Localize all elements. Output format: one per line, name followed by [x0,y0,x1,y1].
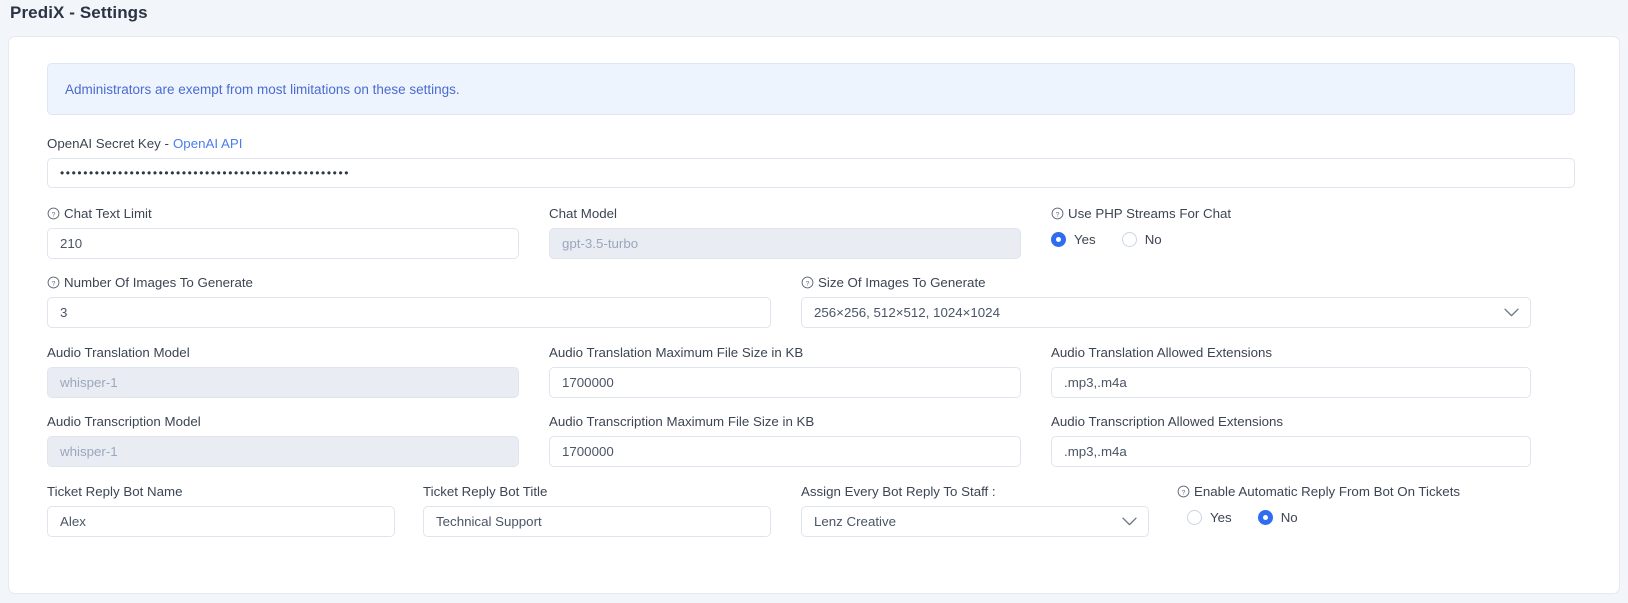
audio-translation-model-input: whisper-1 [47,367,519,398]
audio-translation-extensions-label: Audio Translation Allowed Extensions [1051,344,1531,361]
php-streams-no-label: No [1144,231,1162,247]
php-streams-radio-group: Yes No [1051,228,1531,250]
assign-staff-label-text: Assign Every Bot Reply To Staff : [801,484,996,499]
php-streams-label: ? Use PHP Streams For Chat [1051,205,1531,222]
php-streams-label-text: Use PHP Streams For Chat [1068,206,1232,221]
ticket-bot-title-label: Ticket Reply Bot Title [423,483,771,500]
svg-text:?: ? [52,211,56,218]
audio-translation-max-size-label-text: Audio Translation Maximum File Size in K… [549,345,804,360]
assign-staff-value[interactable]: Lenz Creative [801,506,1149,537]
radio-yes-selected[interactable] [1051,231,1066,247]
svg-text:?: ? [52,280,56,287]
radio-no[interactable] [1121,231,1137,247]
php-streams-option-yes[interactable]: Yes [1051,231,1096,247]
auto-reply-label-text: Enable Automatic Reply From Bot On Ticke… [1194,484,1461,499]
field-audio-transcription-max-size: Audio Transcription Maximum File Size in… [549,413,1021,467]
audio-transcription-extensions-label: Audio Transcription Allowed Extensions [1051,413,1531,430]
audio-translation-extensions-input[interactable]: .mp3,.m4a [1051,367,1531,398]
number-of-images-input[interactable]: 3 [47,297,771,328]
audio-translation-max-size-input[interactable]: 1700000 [549,367,1021,398]
size-of-images-value[interactable]: 256×256, 512×512, 1024×1024 [801,297,1531,328]
info-alert-text: Administrators are exempt from most limi… [65,81,460,97]
help-circle-icon: ? [47,207,60,220]
audio-translation-extensions-label-text: Audio Translation Allowed Extensions [1051,345,1273,360]
chat-model-label: Chat Model [549,205,1021,222]
audio-transcription-max-size-label: Audio Transcription Maximum File Size in… [549,413,1021,430]
auto-reply-no-label: No [1280,509,1298,525]
chat-text-limit-input[interactable]: 210 [47,228,519,259]
audio-transcription-model-input: whisper-1 [47,436,519,467]
auto-reply-option-no[interactable]: No [1257,509,1298,525]
field-openai-secret-key: OpenAI Secret Key - OpenAI API •••••••••… [47,135,1575,188]
field-php-streams: ? Use PHP Streams For Chat Yes No [1051,205,1531,250]
field-number-of-images: ? Number Of Images To Generate 3 [47,274,771,328]
ticket-bot-name-input[interactable]: Alex [47,506,395,537]
audio-translation-max-size-label: Audio Translation Maximum File Size in K… [549,344,1021,361]
ticket-bot-name-label: Ticket Reply Bot Name [47,483,395,500]
audio-transcription-model-label-text: Audio Transcription Model [47,414,201,429]
field-ticket-bot-title: Ticket Reply Bot Title Technical Support [423,483,771,537]
ticket-bot-name-label-text: Ticket Reply Bot Name [47,484,183,499]
help-circle-icon: ? [1177,485,1190,498]
php-streams-option-no[interactable]: No [1121,231,1162,247]
settings-page: PrediX - Settings Administrators are exe… [0,0,1628,603]
audio-transcription-extensions-label-text: Audio Transcription Allowed Extensions [1051,414,1284,429]
page-title: PrediX - Settings [10,3,148,22]
auto-reply-yes-label: Yes [1210,509,1232,525]
openai-secret-key-label: OpenAI Secret Key - OpenAI API [47,135,1575,152]
field-audio-translation-extensions: Audio Translation Allowed Extensions .mp… [1051,344,1531,398]
field-chat-text-limit: ? Chat Text Limit 210 [47,205,519,259]
chat-model-input: gpt-3.5-turbo [549,228,1021,259]
svg-text:?: ? [1056,211,1060,218]
help-circle-icon: ? [47,276,60,289]
chat-text-limit-label: ? Chat Text Limit [47,205,519,222]
php-streams-yes-label: Yes [1074,231,1096,247]
chat-text-limit-label-text: Chat Text Limit [64,206,152,221]
help-circle-icon: ? [1051,207,1064,220]
number-of-images-label: ? Number Of Images To Generate [47,274,771,291]
field-audio-transcription-model: Audio Transcription Model whisper-1 [47,413,519,467]
ticket-bot-title-label-text: Ticket Reply Bot Title [423,484,548,499]
assign-staff-label: Assign Every Bot Reply To Staff : [801,483,1149,500]
number-of-images-label-text: Number Of Images To Generate [64,275,253,290]
openai-secret-key-label-text: OpenAI Secret Key - [47,136,169,151]
openai-secret-key-input[interactable]: ••••••••••••••••••••••••••••••••••••••••… [47,158,1575,188]
help-circle-icon: ? [801,276,814,289]
field-audio-translation-model: Audio Translation Model whisper-1 [47,344,519,398]
chat-model-label-text: Chat Model [549,206,617,221]
svg-text:?: ? [1182,489,1186,496]
auto-reply-option-yes[interactable]: Yes [1187,509,1232,525]
svg-text:?: ? [806,280,810,287]
auto-reply-label: ? Enable Automatic Reply From Bot On Tic… [1177,483,1577,500]
info-alert: Administrators are exempt from most limi… [47,63,1575,115]
size-of-images-label-text: Size Of Images To Generate [818,275,986,290]
field-ticket-bot-name: Ticket Reply Bot Name Alex [47,483,395,537]
field-audio-translation-max-size: Audio Translation Maximum File Size in K… [549,344,1021,398]
size-of-images-select[interactable]: 256×256, 512×512, 1024×1024 [801,297,1531,328]
audio-transcription-max-size-label-text: Audio Transcription Maximum File Size in… [549,414,815,429]
field-chat-model: Chat Model gpt-3.5-turbo [549,205,1021,259]
radio-no-selected[interactable] [1257,509,1273,525]
auto-reply-radio-group: Yes No [1177,506,1577,528]
size-of-images-label: ? Size Of Images To Generate [801,274,1531,291]
field-audio-transcription-extensions: Audio Transcription Allowed Extensions .… [1051,413,1531,467]
ticket-bot-title-input[interactable]: Technical Support [423,506,771,537]
radio-yes[interactable] [1187,509,1202,525]
field-size-of-images: ? Size Of Images To Generate 256×256, 51… [801,274,1531,328]
field-auto-reply: ? Enable Automatic Reply From Bot On Tic… [1177,483,1577,528]
assign-staff-select[interactable]: Lenz Creative [801,506,1149,537]
field-assign-staff: Assign Every Bot Reply To Staff : Lenz C… [801,483,1149,537]
audio-transcription-extensions-input[interactable]: .mp3,.m4a [1051,436,1531,467]
settings-card: Administrators are exempt from most limi… [8,36,1620,594]
audio-translation-model-label: Audio Translation Model [47,344,519,361]
audio-translation-model-label-text: Audio Translation Model [47,345,190,360]
audio-transcription-max-size-input[interactable]: 1700000 [549,436,1021,467]
openai-api-link[interactable]: OpenAI API [173,136,242,151]
audio-transcription-model-label: Audio Transcription Model [47,413,519,430]
